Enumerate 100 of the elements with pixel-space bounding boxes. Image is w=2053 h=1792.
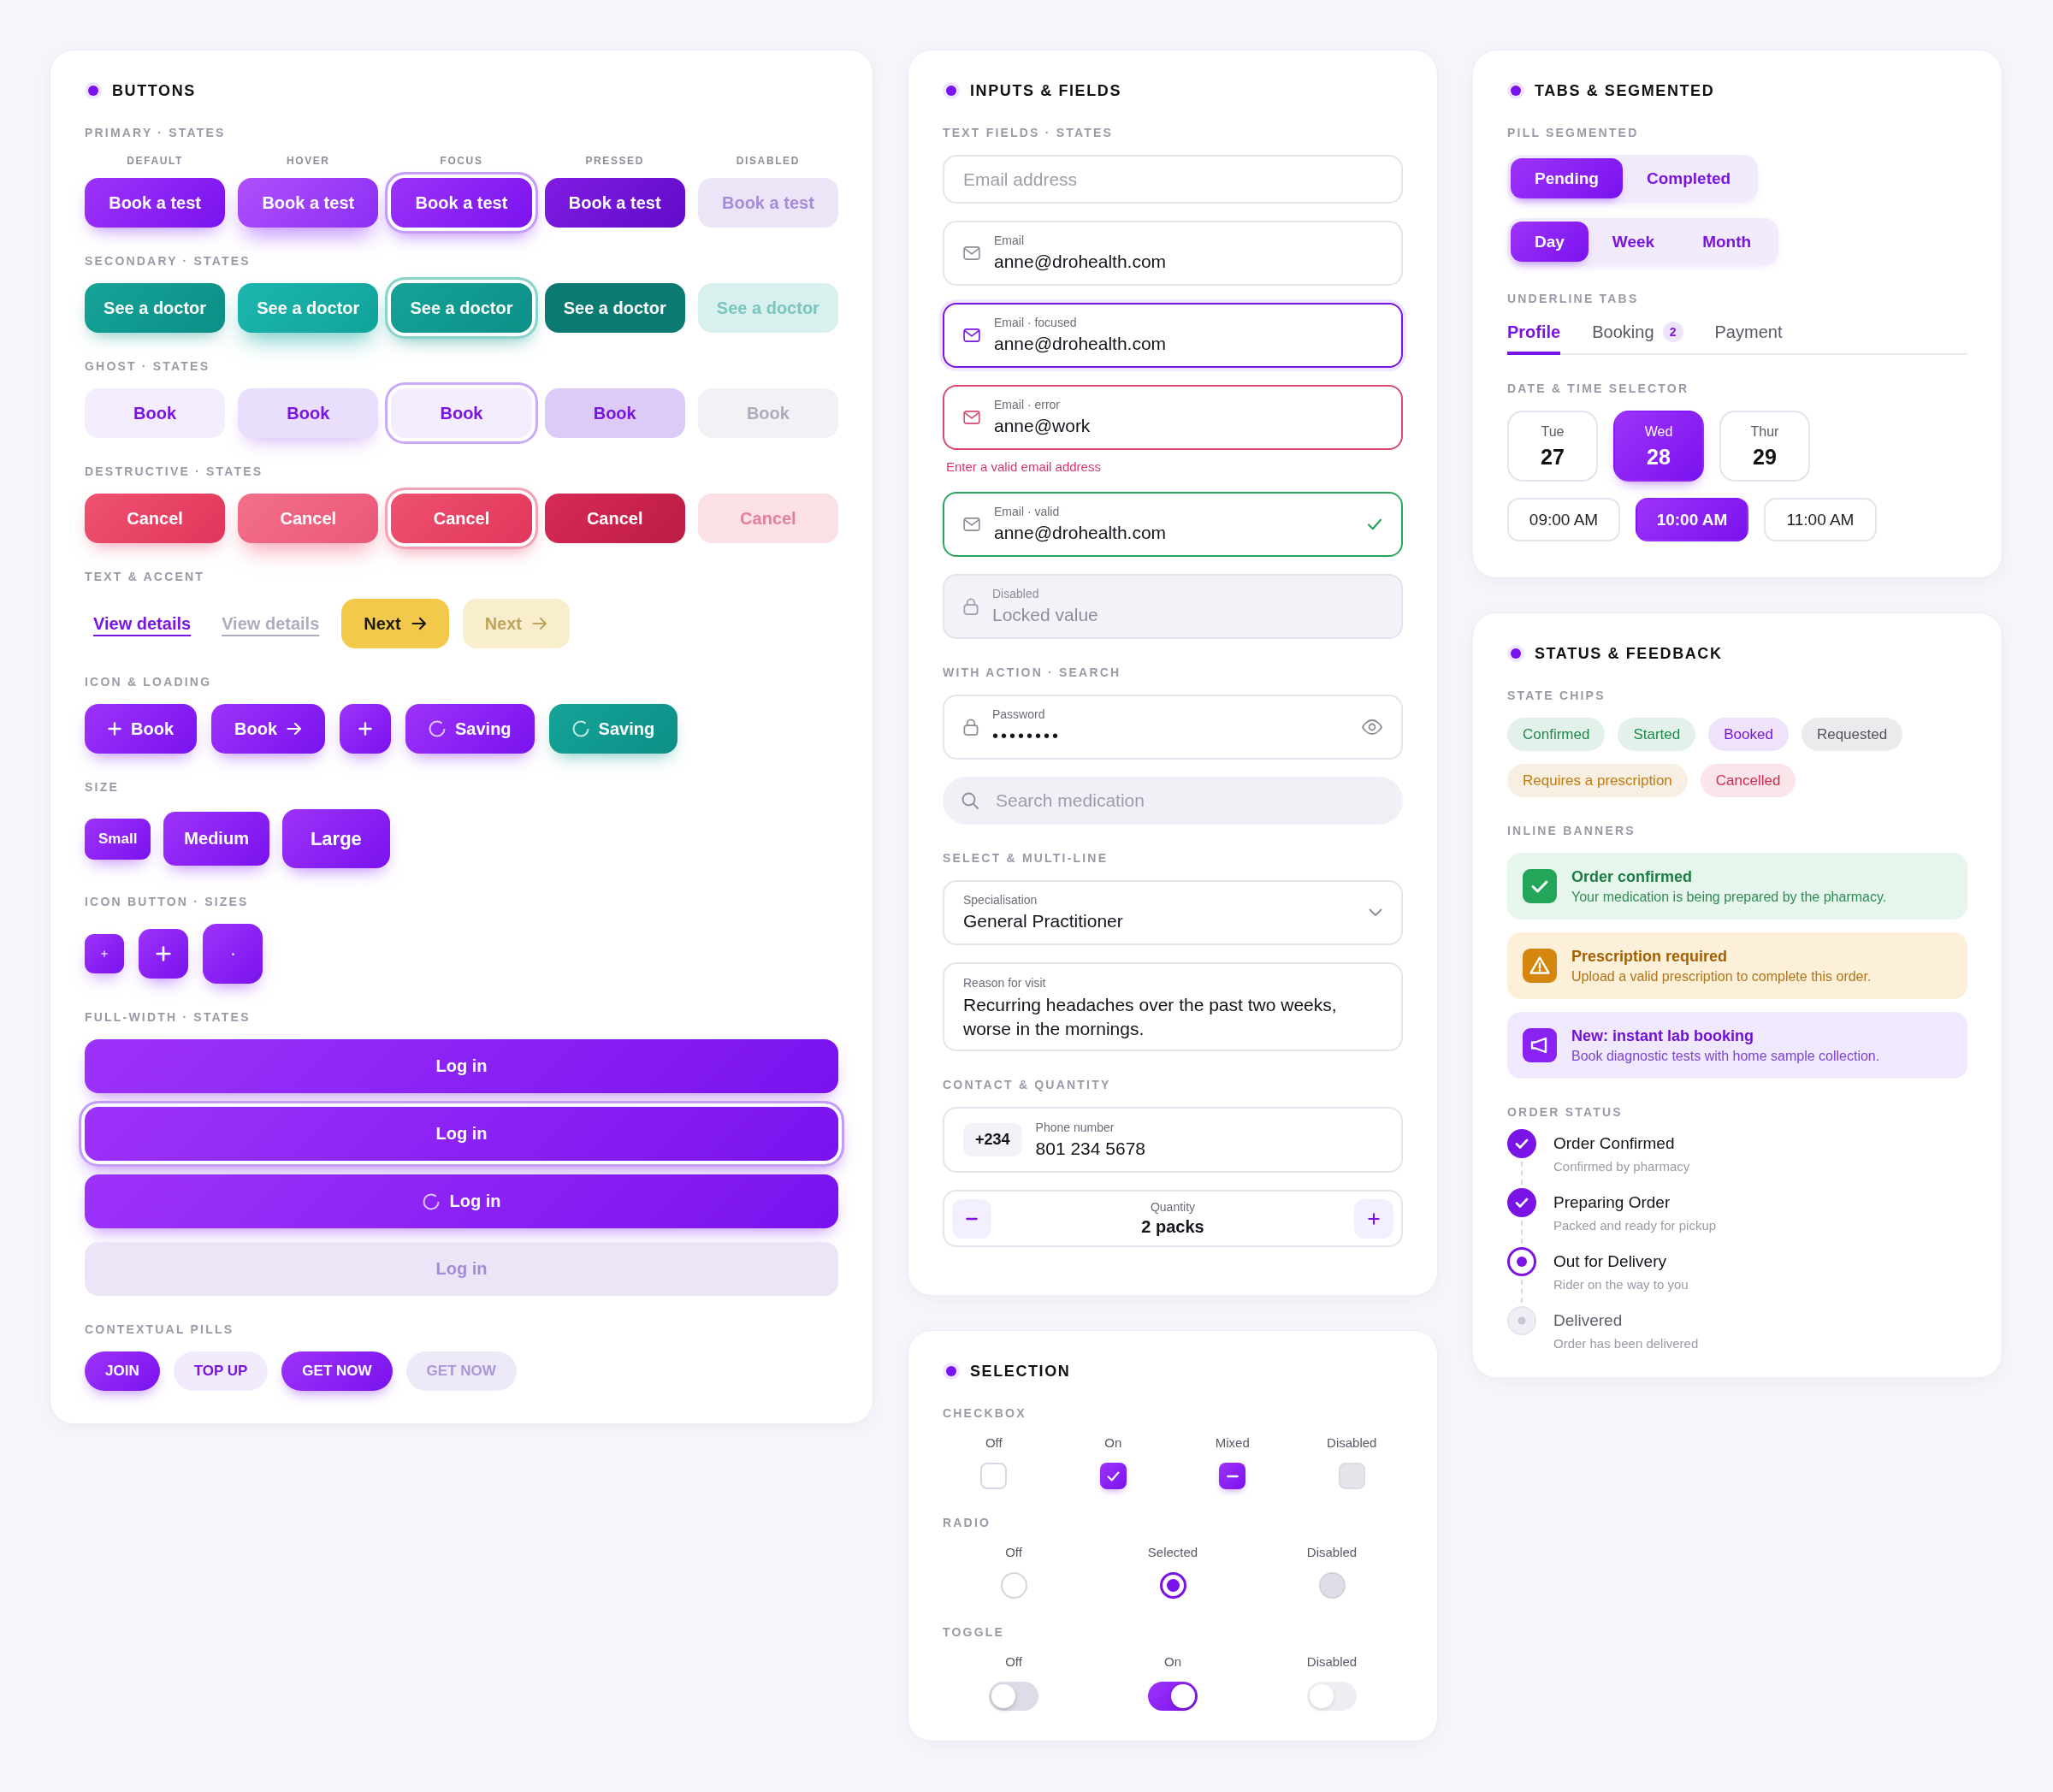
date-option[interactable]: Thur 29 xyxy=(1719,411,1810,482)
full-width-button[interactable]: Log in xyxy=(85,1174,838,1228)
increment-button[interactable] xyxy=(1354,1198,1393,1239)
segment-option[interactable]: Completed xyxy=(1622,158,1755,198)
tab[interactable]: Booking 2 xyxy=(1592,321,1683,355)
password-field[interactable]: Password •••••••• xyxy=(943,695,1403,760)
loading-button[interactable]: Saving xyxy=(405,704,535,754)
time-option[interactable]: 10:00 AM xyxy=(1636,498,1748,541)
arrow-right-icon xyxy=(532,617,547,630)
connector-line xyxy=(1521,1162,1523,1185)
toggle-switch[interactable] xyxy=(989,1682,1038,1711)
section-heading: SECONDARY · STATES xyxy=(85,254,251,269)
card-title: TABS & SEGMENTED xyxy=(1535,81,1715,101)
column-label: DEFAULT xyxy=(126,155,184,167)
ghost-button[interactable]: Book xyxy=(238,388,379,438)
secondary-button[interactable]: See a doctor xyxy=(85,283,226,333)
date-option[interactable]: Wed 28 xyxy=(1613,411,1704,482)
section-heading: UNDERLINE TABS xyxy=(1507,292,1640,306)
ghost-button[interactable]: Book xyxy=(85,388,226,438)
quantity-stepper[interactable]: Quantity 2 packs xyxy=(943,1190,1403,1247)
connector-line xyxy=(1521,1280,1523,1303)
section-heading: RADIO xyxy=(943,1516,992,1530)
lock-icon xyxy=(963,598,979,615)
pill-button[interactable]: TOP UP xyxy=(173,1351,269,1391)
option-label: On xyxy=(1164,1654,1181,1669)
primary-button[interactable]: Book a test xyxy=(544,178,685,228)
tab[interactable]: Payment xyxy=(1714,321,1783,355)
pill-button[interactable]: JOIN xyxy=(85,1351,160,1391)
email-field[interactable]: Email · error anne@work xyxy=(943,385,1403,450)
secondary-button[interactable]: See a doctor xyxy=(544,283,685,333)
destructive-button[interactable]: Cancel xyxy=(238,494,379,543)
icon-button[interactable] xyxy=(340,704,391,754)
text-field[interactable]: Email address xyxy=(943,155,1403,204)
ghost-button[interactable]: Book xyxy=(544,388,685,438)
search-field[interactable]: Search medication xyxy=(943,777,1403,825)
segment-option[interactable]: Pending xyxy=(1511,158,1623,198)
large-button[interactable]: Large xyxy=(281,809,390,868)
secondary-button[interactable]: See a doctor xyxy=(385,277,538,339)
primary-button[interactable]: Book a test xyxy=(238,178,379,228)
primary-button[interactable]: Book a test xyxy=(385,172,538,234)
time-option[interactable]: 09:00 AM xyxy=(1507,498,1620,541)
banner-title: New: instant lab booking xyxy=(1571,1026,1754,1045)
date-option[interactable]: Tue 27 xyxy=(1507,411,1598,482)
tab[interactable]: Profile xyxy=(1507,321,1561,355)
segment-option[interactable]: Month xyxy=(1678,222,1776,262)
time-option[interactable]: 11:00 AM xyxy=(1764,498,1877,541)
step-subtitle: Rider on the way to you xyxy=(1553,1276,1689,1292)
column-label: HOVER xyxy=(285,155,331,167)
small-button[interactable]: Small xyxy=(85,818,151,860)
column-label: PRESSED xyxy=(584,155,645,167)
section-heading: TOGGLE xyxy=(943,1625,1006,1640)
checkbox[interactable] xyxy=(1099,1463,1127,1489)
accent-button[interactable]: Next xyxy=(341,599,449,648)
full-width-button[interactable]: Log in xyxy=(85,1039,838,1093)
pill-button[interactable]: GET NOW xyxy=(281,1351,393,1391)
segment-option[interactable]: Week xyxy=(1588,222,1679,262)
loading-button[interactable]: Saving xyxy=(548,704,678,754)
plus-icon xyxy=(1368,1212,1380,1225)
status-chip: Started xyxy=(1618,718,1696,751)
destructive-button[interactable]: Cancel xyxy=(544,494,685,543)
checkbox[interactable] xyxy=(980,1463,1008,1489)
email-field[interactable]: Email anne@drohealth.com xyxy=(943,221,1403,286)
section-heading: CHECKBOX xyxy=(943,1406,1027,1421)
step-title: Preparing Order xyxy=(1553,1192,1671,1213)
destructive-button[interactable]: Cancel xyxy=(85,494,226,543)
icon-button[interactable] xyxy=(139,929,188,979)
toggle-switch[interactable] xyxy=(1148,1682,1198,1711)
icon-button[interactable] xyxy=(85,934,124,973)
icon-text-button[interactable]: Book xyxy=(211,704,325,754)
section-heading: SIZE xyxy=(85,780,120,795)
option-label: Off xyxy=(1005,1545,1022,1559)
medium-button[interactable]: Medium xyxy=(163,812,269,866)
card-title: SELECTION xyxy=(970,1362,1071,1381)
spinner-icon xyxy=(571,720,589,737)
full-width-button[interactable]: Log in xyxy=(79,1101,844,1167)
primary-button[interactable]: Book a test xyxy=(85,178,226,228)
banner-message: Upload a valid prescription to complete this order. xyxy=(1571,968,1872,985)
option-label: Disabled xyxy=(1306,1545,1358,1559)
text-link[interactable]: View details xyxy=(85,612,200,636)
icon-button[interactable] xyxy=(203,924,263,984)
ghost-button[interactable]: Book xyxy=(385,382,538,444)
minus-icon xyxy=(966,1216,978,1221)
icon-text-button[interactable]: Book xyxy=(85,704,197,754)
section-heading: FULL-WIDTH · STATES xyxy=(85,1010,251,1025)
textarea-field[interactable]: Reason for visit Recurring headaches over the past two weeks, worse in the mornings. xyxy=(943,962,1403,1051)
eye-icon xyxy=(1362,719,1382,735)
destructive-button[interactable]: Cancel xyxy=(385,488,538,549)
email-field[interactable]: Email · valid anne@drohealth.com xyxy=(943,492,1403,557)
radio-button[interactable] xyxy=(1159,1572,1186,1599)
phone-field[interactable]: +234 Phone number 801 234 5678 xyxy=(943,1107,1403,1173)
warning-icon xyxy=(1523,949,1557,983)
step-title: Delivered xyxy=(1553,1310,1624,1331)
segment-option[interactable]: Day xyxy=(1511,222,1589,262)
section-heading: PRIMARY · STATES xyxy=(85,126,227,140)
section-heading: STATE CHIPS xyxy=(1507,689,1606,703)
country-code[interactable]: +234 xyxy=(963,1123,1022,1156)
banner-message: Book diagnostic tests with home sample collection. xyxy=(1571,1048,1880,1064)
bullet-dot-icon xyxy=(1507,645,1524,662)
checkbox[interactable] xyxy=(1219,1463,1246,1489)
select-field[interactable]: Specialisation General Practitioner xyxy=(943,880,1403,945)
